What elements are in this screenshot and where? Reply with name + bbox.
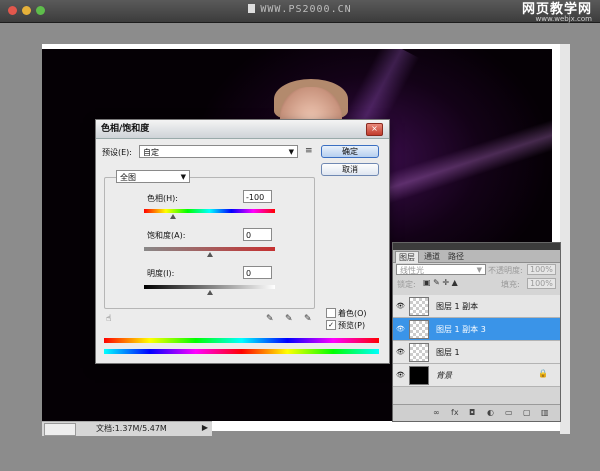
output-color-bar	[104, 349, 379, 354]
ok-button[interactable]: 确定	[321, 145, 379, 158]
eyedropper-plus-icon[interactable]: ✎	[285, 314, 293, 324]
eyedropper-minus-icon[interactable]: ✎	[304, 314, 312, 324]
layer-thumbnail	[409, 366, 429, 385]
layer-name: 图层 1 副本	[436, 302, 479, 311]
preview-label: 预览(P)	[338, 321, 366, 330]
status-bar: 文档:1.37M/5.47M ▶	[42, 421, 212, 436]
saturation-input[interactable]: 0	[243, 228, 272, 241]
lock-icon: 🔒	[538, 369, 548, 378]
layer-thumbnail	[409, 297, 429, 316]
zoom-field[interactable]	[44, 423, 76, 436]
new-layer-icon[interactable]: ▢	[523, 408, 531, 417]
layer-thumbnail	[409, 320, 429, 339]
fx-icon[interactable]: fx	[451, 408, 459, 417]
hue-label: 色相(H):	[147, 194, 178, 203]
blend-mode-select[interactable]: 线性光 ▼	[396, 264, 486, 275]
chevron-down-icon: ▼	[180, 173, 186, 181]
blend-row: 线性光 ▼ 不透明度: 100%	[393, 263, 560, 277]
tab-paths[interactable]: 路径	[445, 251, 467, 262]
saturation-slider-thumb[interactable]	[207, 252, 213, 257]
channel-select[interactable]: 全图 ▼	[116, 170, 190, 183]
cancel-button[interactable]: 取消	[321, 163, 379, 176]
tab-layers[interactable]: 图层	[395, 251, 419, 263]
panel-header[interactable]	[393, 243, 560, 250]
link-icon[interactable]: ∞	[433, 408, 440, 417]
layer-row-background[interactable]: 👁 背景 🔒	[393, 364, 560, 387]
preset-label: 预设(E):	[102, 148, 132, 157]
layer-name: 图层 1 副本 3	[436, 325, 486, 334]
layer-name: 图层 1	[436, 348, 460, 357]
lock-row: 锁定: ▣ ✎ ✛ ▲ 填充: 100%	[393, 277, 560, 291]
layer-name: 背景	[436, 371, 452, 380]
chevron-down-icon: ▼	[476, 266, 482, 274]
mask-icon[interactable]: ◘	[469, 408, 475, 417]
fill-input[interactable]: 100%	[527, 278, 556, 289]
eye-icon[interactable]: 👁	[396, 371, 405, 379]
dialog-close-button[interactable]: ×	[366, 123, 383, 136]
layer-row[interactable]: 👁 图层 1	[393, 341, 560, 364]
hue-slider-thumb[interactable]	[169, 214, 176, 219]
input-color-bar	[104, 338, 379, 343]
lock-icons[interactable]: ▣ ✎ ✛ ▲	[423, 278, 458, 287]
hue-slider-track[interactable]	[144, 209, 275, 213]
fill-label: 填充:	[501, 280, 520, 289]
chevron-down-icon: ▼	[288, 148, 294, 156]
layer-row[interactable]: 👁 图层 1 副本	[393, 295, 560, 318]
opacity-label: 不透明度:	[488, 266, 523, 275]
hue-saturation-dialog: 色相/饱和度 × 预设(E): 自定 ▼ ≡ 确定 取消 全图 ▼ 色相(H): -…	[95, 119, 390, 364]
eyedropper-icon[interactable]: ✎	[266, 314, 274, 324]
layer-thumbnail	[409, 343, 429, 362]
opacity-input[interactable]: 100%	[527, 264, 556, 275]
watermark-sub: www.webjx.com	[535, 15, 593, 23]
preset-options-icon[interactable]: ≡	[305, 146, 313, 156]
hand-tool-icon[interactable]: ☝	[106, 314, 111, 324]
colorize-label: 着色(O)	[338, 309, 367, 318]
preset-select[interactable]: 自定 ▼	[139, 145, 298, 158]
vertical-scrollbar[interactable]	[560, 44, 570, 434]
window-titlebar: WWW.PS2000.CN 网页教学网 www.webjx.com	[0, 0, 600, 23]
dialog-title: 色相/饱和度	[96, 120, 389, 139]
lightness-input[interactable]: 0	[243, 266, 272, 279]
lock-label: 锁定:	[397, 280, 416, 289]
watermark: 网页教学网 www.webjx.com	[522, 3, 592, 23]
layers-panel: 图层 通道 路径 线性光 ▼ 不透明度: 100% 锁定: ▣ ✎ ✛ ▲ 填充:…	[392, 242, 561, 422]
eye-icon[interactable]: 👁	[396, 348, 405, 356]
doc-size-text: 文档:1.37M/5.47M	[96, 424, 167, 433]
preview-checkbox[interactable]: ✓	[326, 320, 336, 330]
window-title: WWW.PS2000.CN	[0, 4, 600, 15]
hue-input[interactable]: -100	[243, 190, 272, 203]
group-icon[interactable]: ▭	[505, 408, 513, 417]
trash-icon[interactable]: ▥	[541, 408, 549, 417]
eye-icon[interactable]: 👁	[396, 302, 405, 310]
layers-footer: ∞ fx ◘ ◐ ▭ ▢ ▥	[393, 404, 560, 421]
adjustment-icon[interactable]: ◐	[487, 408, 494, 417]
lightness-slider-thumb[interactable]	[207, 290, 213, 295]
lightness-label: 明度(I):	[147, 269, 175, 278]
saturation-slider-track[interactable]	[144, 247, 275, 251]
document-icon	[248, 4, 256, 13]
colorize-checkbox[interactable]	[326, 308, 336, 318]
layer-row-selected[interactable]: 👁 图层 1 副本 3	[393, 318, 560, 341]
panel-tabs: 图层 通道 路径	[393, 250, 560, 263]
saturation-label: 饱和度(A):	[147, 231, 186, 240]
lightness-slider-track[interactable]	[144, 285, 275, 289]
eye-icon[interactable]: 👁	[396, 325, 405, 333]
status-arrow-icon[interactable]: ▶	[202, 423, 208, 432]
tab-channels[interactable]: 通道	[421, 251, 443, 262]
